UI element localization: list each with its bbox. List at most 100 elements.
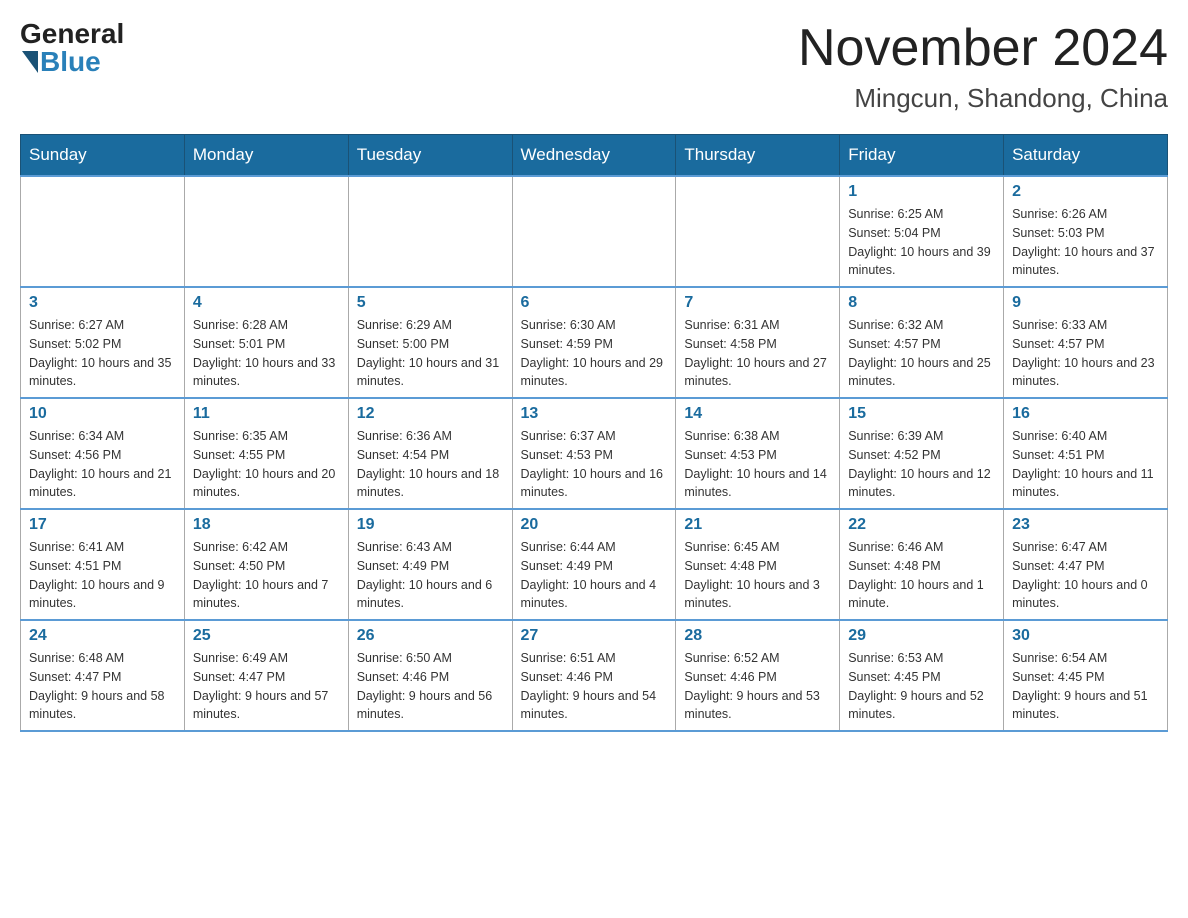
- calendar-cell: 30 Sunrise: 6:54 AMSunset: 4:45 PMDayligh…: [1004, 620, 1168, 731]
- calendar-cell: 1 Sunrise: 6:25 AMSunset: 5:04 PMDaylight…: [840, 176, 1004, 287]
- day-info: Sunrise: 6:46 AMSunset: 4:48 PMDaylight:…: [848, 538, 995, 613]
- day-info: Sunrise: 6:38 AMSunset: 4:53 PMDaylight:…: [684, 427, 831, 502]
- day-info: Sunrise: 6:49 AMSunset: 4:47 PMDaylight:…: [193, 649, 340, 724]
- calendar-cell: 10 Sunrise: 6:34 AMSunset: 4:56 PMDayligh…: [21, 398, 185, 509]
- calendar-cell: [512, 176, 676, 287]
- day-number: 20: [521, 516, 668, 534]
- logo-blue-text: Blue: [40, 48, 101, 76]
- calendar-cell: 9 Sunrise: 6:33 AMSunset: 4:57 PMDaylight…: [1004, 287, 1168, 398]
- day-info: Sunrise: 6:34 AMSunset: 4:56 PMDaylight:…: [29, 427, 176, 502]
- day-info: Sunrise: 6:43 AMSunset: 4:49 PMDaylight:…: [357, 538, 504, 613]
- day-info: Sunrise: 6:50 AMSunset: 4:46 PMDaylight:…: [357, 649, 504, 724]
- day-number: 5: [357, 294, 504, 312]
- day-number: 10: [29, 405, 176, 423]
- calendar-cell: 17Sunrise: 6:41 AMSunset: 4:51 PMDayligh…: [21, 509, 185, 620]
- day-info: Sunrise: 6:44 AMSunset: 4:49 PMDaylight:…: [521, 538, 668, 613]
- month-title: November 2024: [798, 20, 1168, 77]
- calendar-cell: 21Sunrise: 6:45 AMSunset: 4:48 PMDayligh…: [676, 509, 840, 620]
- day-number: 22: [848, 516, 995, 534]
- day-number: 30: [1012, 627, 1159, 645]
- calendar-cell: [676, 176, 840, 287]
- day-info: Sunrise: 6:52 AMSunset: 4:46 PMDaylight:…: [684, 649, 831, 724]
- day-number: 3: [29, 294, 176, 312]
- day-info: Sunrise: 6:33 AMSunset: 4:57 PMDaylight:…: [1012, 316, 1159, 391]
- day-info: Sunrise: 6:26 AMSunset: 5:03 PMDaylight:…: [1012, 205, 1159, 280]
- calendar-cell: 7 Sunrise: 6:31 AMSunset: 4:58 PMDaylight…: [676, 287, 840, 398]
- weekday-header-thursday: Thursday: [676, 135, 840, 177]
- logo: General Blue: [20, 20, 124, 76]
- calendar-cell: 25 Sunrise: 6:49 AMSunset: 4:47 PMDayligh…: [184, 620, 348, 731]
- day-info: Sunrise: 6:51 AMSunset: 4:46 PMDaylight:…: [521, 649, 668, 724]
- day-number: 6: [521, 294, 668, 312]
- day-info: Sunrise: 6:29 AMSunset: 5:00 PMDaylight:…: [357, 316, 504, 391]
- day-number: 13: [521, 405, 668, 423]
- calendar-cell: [21, 176, 185, 287]
- day-info: Sunrise: 6:40 AMSunset: 4:51 PMDaylight:…: [1012, 427, 1159, 502]
- day-info: Sunrise: 6:45 AMSunset: 4:48 PMDaylight:…: [684, 538, 831, 613]
- calendar-cell: 22 Sunrise: 6:46 AMSunset: 4:48 PMDayligh…: [840, 509, 1004, 620]
- calendar-week-3: 10 Sunrise: 6:34 AMSunset: 4:56 PMDayligh…: [21, 398, 1168, 509]
- day-number: 25: [193, 627, 340, 645]
- calendar-week-4: 17Sunrise: 6:41 AMSunset: 4:51 PMDayligh…: [21, 509, 1168, 620]
- calendar-cell: 8 Sunrise: 6:32 AMSunset: 4:57 PMDaylight…: [840, 287, 1004, 398]
- day-number: 7: [684, 294, 831, 312]
- calendar-cell: 5 Sunrise: 6:29 AMSunset: 5:00 PMDaylight…: [348, 287, 512, 398]
- calendar-week-2: 3Sunrise: 6:27 AMSunset: 5:02 PMDaylight…: [21, 287, 1168, 398]
- day-info: Sunrise: 6:53 AMSunset: 4:45 PMDaylight:…: [848, 649, 995, 724]
- day-number: 15: [848, 405, 995, 423]
- page-header: General Blue November 2024 Mingcun, Shan…: [20, 20, 1168, 114]
- weekday-header-tuesday: Tuesday: [348, 135, 512, 177]
- calendar-cell: 23Sunrise: 6:47 AMSunset: 4:47 PMDayligh…: [1004, 509, 1168, 620]
- day-number: 16: [1012, 405, 1159, 423]
- logo-triangle-icon: [22, 51, 38, 73]
- day-number: 8: [848, 294, 995, 312]
- title-section: November 2024 Mingcun, Shandong, China: [798, 20, 1168, 114]
- calendar-cell: 6 Sunrise: 6:30 AMSunset: 4:59 PMDaylight…: [512, 287, 676, 398]
- day-number: 24: [29, 627, 176, 645]
- calendar-week-1: 1 Sunrise: 6:25 AMSunset: 5:04 PMDaylight…: [21, 176, 1168, 287]
- calendar-cell: 19 Sunrise: 6:43 AMSunset: 4:49 PMDayligh…: [348, 509, 512, 620]
- day-number: 18: [193, 516, 340, 534]
- day-number: 1: [848, 183, 995, 201]
- weekday-header-row: SundayMondayTuesdayWednesdayThursdayFrid…: [21, 135, 1168, 177]
- day-number: 12: [357, 405, 504, 423]
- calendar-cell: 24 Sunrise: 6:48 AMSunset: 4:47 PMDayligh…: [21, 620, 185, 731]
- calendar-cell: 28 Sunrise: 6:52 AMSunset: 4:46 PMDayligh…: [676, 620, 840, 731]
- calendar-cell: 18Sunrise: 6:42 AMSunset: 4:50 PMDayligh…: [184, 509, 348, 620]
- day-info: Sunrise: 6:54 AMSunset: 4:45 PMDaylight:…: [1012, 649, 1159, 724]
- day-number: 26: [357, 627, 504, 645]
- day-number: 9: [1012, 294, 1159, 312]
- day-info: Sunrise: 6:25 AMSunset: 5:04 PMDaylight:…: [848, 205, 995, 280]
- day-info: Sunrise: 6:37 AMSunset: 4:53 PMDaylight:…: [521, 427, 668, 502]
- day-number: 27: [521, 627, 668, 645]
- calendar-cell: 13 Sunrise: 6:37 AMSunset: 4:53 PMDayligh…: [512, 398, 676, 509]
- calendar-cell: 12 Sunrise: 6:36 AMSunset: 4:54 PMDayligh…: [348, 398, 512, 509]
- day-info: Sunrise: 6:41 AMSunset: 4:51 PMDaylight:…: [29, 538, 176, 613]
- day-number: 28: [684, 627, 831, 645]
- calendar-cell: 15 Sunrise: 6:39 AMSunset: 4:52 PMDayligh…: [840, 398, 1004, 509]
- location-title: Mingcun, Shandong, China: [798, 83, 1168, 114]
- day-info: Sunrise: 6:39 AMSunset: 4:52 PMDaylight:…: [848, 427, 995, 502]
- calendar-cell: 27 Sunrise: 6:51 AMSunset: 4:46 PMDayligh…: [512, 620, 676, 731]
- day-info: Sunrise: 6:31 AMSunset: 4:58 PMDaylight:…: [684, 316, 831, 391]
- calendar-cell: 14Sunrise: 6:38 AMSunset: 4:53 PMDayligh…: [676, 398, 840, 509]
- calendar-cell: 29Sunrise: 6:53 AMSunset: 4:45 PMDayligh…: [840, 620, 1004, 731]
- day-info: Sunrise: 6:30 AMSunset: 4:59 PMDaylight:…: [521, 316, 668, 391]
- weekday-header-wednesday: Wednesday: [512, 135, 676, 177]
- calendar-cell: 11Sunrise: 6:35 AMSunset: 4:55 PMDayligh…: [184, 398, 348, 509]
- day-info: Sunrise: 6:28 AMSunset: 5:01 PMDaylight:…: [193, 316, 340, 391]
- day-info: Sunrise: 6:48 AMSunset: 4:47 PMDaylight:…: [29, 649, 176, 724]
- logo-general-text: General: [20, 20, 124, 48]
- day-info: Sunrise: 6:47 AMSunset: 4:47 PMDaylight:…: [1012, 538, 1159, 613]
- calendar-table: SundayMondayTuesdayWednesdayThursdayFrid…: [20, 134, 1168, 732]
- calendar-week-5: 24 Sunrise: 6:48 AMSunset: 4:47 PMDayligh…: [21, 620, 1168, 731]
- calendar-cell: [184, 176, 348, 287]
- day-number: 19: [357, 516, 504, 534]
- calendar-cell: [348, 176, 512, 287]
- day-number: 11: [193, 405, 340, 423]
- day-info: Sunrise: 6:36 AMSunset: 4:54 PMDaylight:…: [357, 427, 504, 502]
- weekday-header-sunday: Sunday: [21, 135, 185, 177]
- weekday-header-monday: Monday: [184, 135, 348, 177]
- day-info: Sunrise: 6:32 AMSunset: 4:57 PMDaylight:…: [848, 316, 995, 391]
- weekday-header-friday: Friday: [840, 135, 1004, 177]
